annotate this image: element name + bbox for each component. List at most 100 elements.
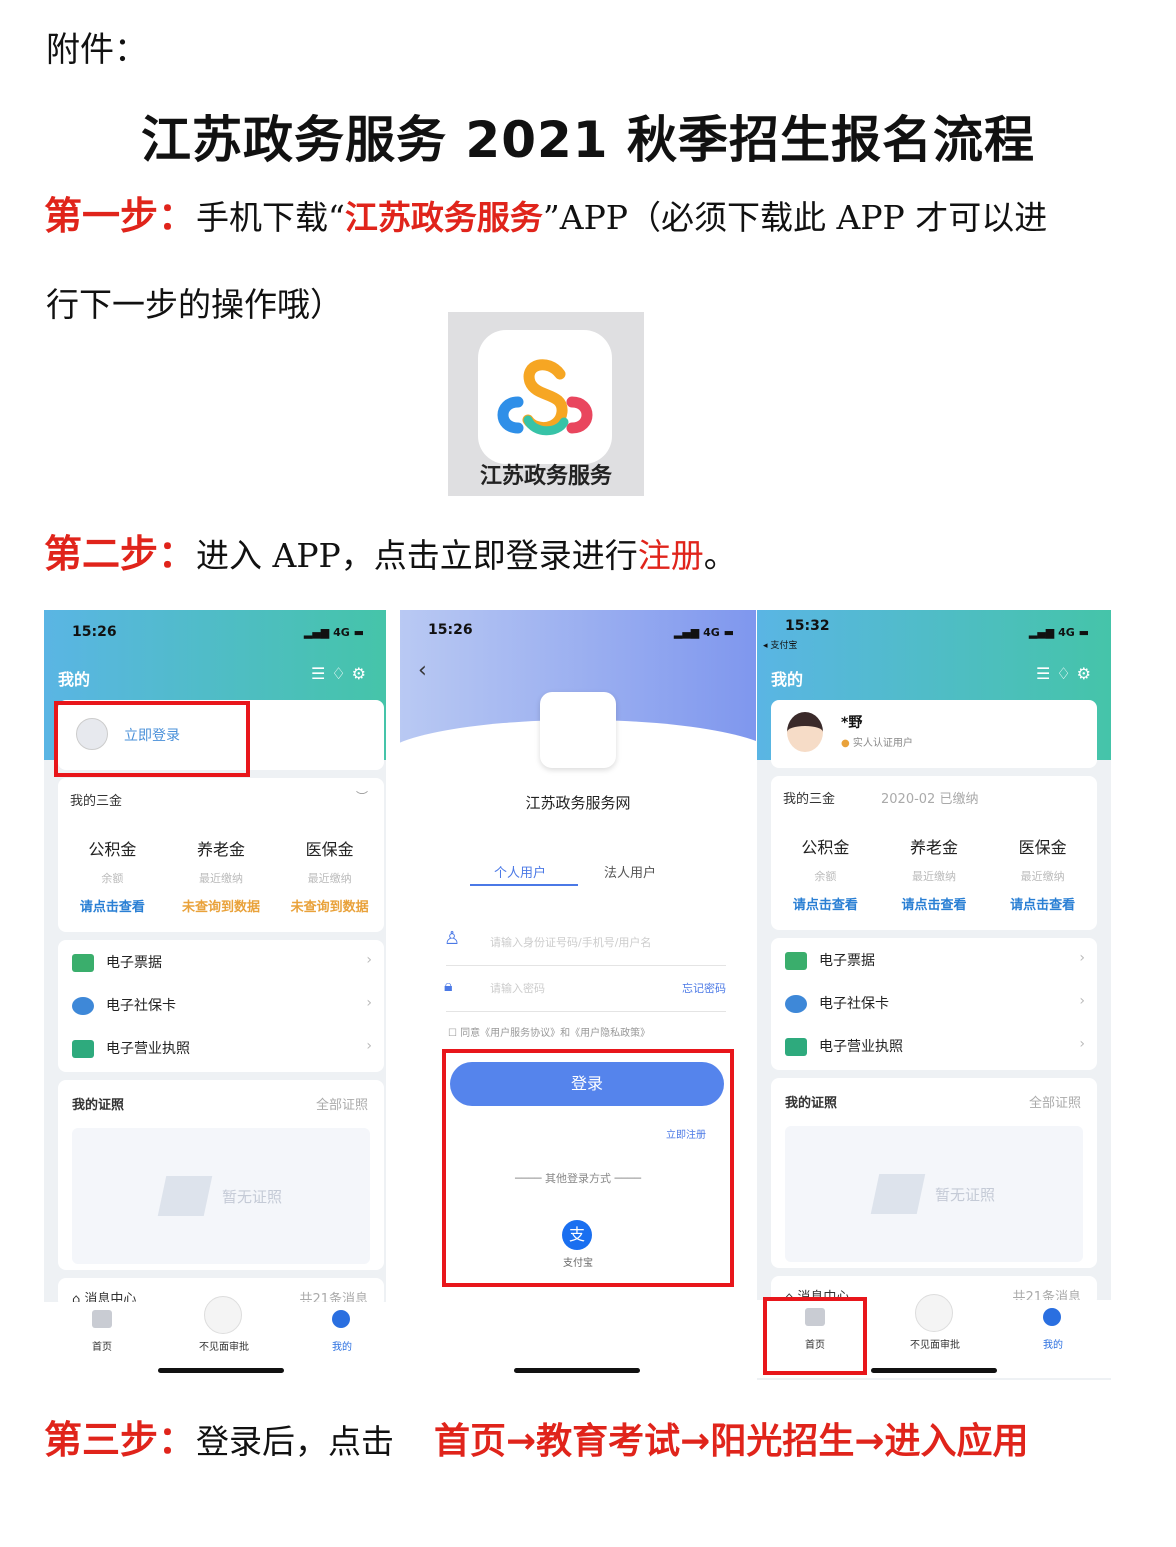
verified-badge: ● 实人认证用户 — [841, 738, 913, 749]
site-name: 江苏政务服务网 — [525, 794, 631, 812]
highlight-box-home — [763, 1297, 867, 1375]
empty-box-icon — [157, 1176, 213, 1216]
services-card: 电子票据 › 电子社保卡 › 电子营业执照 › — [771, 938, 1097, 1070]
approval-logo-icon[interactable] — [915, 1294, 953, 1332]
home-indicator — [514, 1368, 640, 1373]
chevron-right-icon: › — [1079, 1036, 1085, 1052]
certs-empty-text: 暂无证照 — [222, 1188, 283, 1206]
lock-icon: 🔒︎ — [444, 976, 453, 995]
status-signal: ▂▄▆ 4G ▬ — [673, 626, 734, 639]
tab-mine[interactable]: 我的 — [1037, 1336, 1069, 1351]
certs-card: 我的证照 全部证照 暂无证照 — [771, 1078, 1097, 1268]
checkbox-icon: ☐ — [448, 1028, 461, 1039]
agreement-checkbox[interactable]: ☐ 同意《用户服务协议》和《用户隐私政策》 — [448, 1024, 650, 1039]
phone-screenshot-3: 15:32 ◂ 支付宝 ▂▄▆ 4G ▬ 我的 ☰♢⚙ *野 ● 实人认证用户 … — [757, 610, 1111, 1380]
step-3: 第三步：登录后，点击 首页→教育考试→阳光招生→进入应用 — [44, 1418, 1029, 1464]
page-title: 我的 — [771, 670, 804, 689]
eye-icon[interactable]: ︶ — [356, 788, 368, 805]
fund-item[interactable]: 医保金 最近缴纳 请点击查看 — [988, 834, 1097, 913]
status-time: 15:26 — [72, 624, 117, 640]
service-row[interactable]: 电子票据 › — [785, 950, 1085, 992]
header-icons[interactable]: ☰♢⚙ — [311, 664, 372, 683]
chevron-right-icon: › — [366, 995, 372, 1011]
home-indicator — [871, 1368, 997, 1373]
certs-all-link[interactable]: 全部证照 — [316, 1094, 368, 1113]
app-icon: 江苏政务服务 — [448, 312, 644, 496]
empty-box-icon — [870, 1174, 926, 1214]
app-icon-caption: 江苏政务服务 — [479, 464, 612, 489]
step-1-label: 第一步： — [44, 194, 197, 238]
status-time: 15:26 — [428, 622, 473, 638]
tab-personal[interactable]: 个人用户 — [494, 862, 546, 881]
certs-card: 我的证照 全部证照 暂无证照 — [58, 1080, 384, 1270]
chevron-right-icon: › — [366, 1038, 372, 1054]
step-1-text-a: 手机下载“ — [196, 198, 345, 237]
service-row[interactable]: 电子营业执照 › — [785, 1036, 1085, 1078]
fund-item[interactable]: 养老金 最近缴纳 未查询到数据 — [167, 836, 276, 915]
certs-all-link[interactable]: 全部证照 — [1029, 1092, 1081, 1111]
verified-icon: ● — [841, 738, 853, 749]
attachment-label: 附件： — [46, 30, 148, 70]
avatar — [787, 712, 823, 752]
step-2-highlight: 注册 — [637, 536, 704, 575]
certs-empty-area: 暂无证照 — [785, 1126, 1083, 1262]
forgot-password-link[interactable]: 忘记密码 — [682, 980, 726, 996]
step-3-path: 首页→教育考试→阳光招生→进入应用 — [434, 1421, 1029, 1462]
status-signal: ▂▄▆ 4G ▬ — [1028, 626, 1089, 639]
document-title: 江苏政务服务 2021 秋季招生报名流程 — [141, 111, 1035, 169]
service-row[interactable]: 电子营业执照 › — [72, 1038, 372, 1080]
funds-card: 我的三金 2020-02 已缴纳 公积金 余额 请点击查看 养老金 最近缴纳 请点击查看… — [771, 776, 1097, 930]
highlight-box-register — [442, 1049, 734, 1287]
id-input[interactable]: ♙ 请输入身份证号码/手机号/用户名 — [444, 920, 726, 966]
service-row[interactable]: 电子社保卡 › — [785, 993, 1085, 1035]
tab-approval[interactable]: 不见面审批 — [184, 1338, 264, 1353]
license-icon — [72, 1040, 94, 1058]
highlight-box-login — [54, 701, 250, 777]
funds-status: 2020-02 已缴纳 — [881, 792, 979, 807]
fund-item[interactable]: 公积金 余额 请点击查看 — [771, 834, 880, 913]
tab-legal[interactable]: 法人用户 — [604, 862, 656, 881]
social-card-icon — [785, 995, 807, 1013]
step-1: 第一步：手机下载“江苏政务服务”APP（必须下载此 APP 才可以进 — [44, 194, 1047, 240]
step-1-app-name: 江苏政务服务 — [344, 198, 543, 237]
step-2-label: 第二步： — [44, 532, 197, 576]
license-icon — [785, 1038, 807, 1056]
back-icon[interactable]: ‹ — [418, 658, 427, 683]
approval-logo-icon[interactable] — [204, 1296, 242, 1334]
services-card: 电子票据 › 电子社保卡 › 电子营业执照 › — [58, 940, 384, 1072]
funds-row: 公积金 余额 请点击查看 养老金 最近缴纳 请点击查看 医保金 最近缴纳 请点击查看 — [771, 834, 1097, 913]
funds-title: 我的三金 — [70, 794, 123, 809]
service-row[interactable]: 电子社保卡 › — [72, 995, 372, 1037]
tab-home[interactable]: 首页 — [86, 1338, 118, 1353]
step-1-text-c: 行下一步的操作哦） — [46, 285, 343, 324]
profile-icon[interactable] — [1043, 1308, 1061, 1326]
user-card[interactable]: *野 ● 实人认证用户 — [771, 700, 1097, 768]
certs-empty-area: 暂无证照 — [72, 1128, 370, 1264]
fund-item[interactable]: 医保金 最近缴纳 未查询到数据 — [275, 836, 384, 915]
back-to-app-link[interactable]: ◂ 支付宝 — [763, 638, 797, 651]
tab-mine[interactable]: 我的 — [326, 1338, 358, 1353]
fund-item[interactable]: 公积金 余额 请点击查看 — [58, 836, 167, 915]
page-title: 我的 — [58, 670, 91, 689]
profile-icon[interactable] — [332, 1310, 350, 1328]
tab-approval[interactable]: 不见面审批 — [895, 1336, 975, 1351]
app-logo-icon — [478, 330, 612, 464]
header-icons[interactable]: ☰♢⚙ — [1036, 664, 1097, 683]
service-row[interactable]: 电子票据 › — [72, 952, 372, 994]
step-2-text-b: 。 — [703, 536, 737, 575]
status-time: 15:32 — [785, 618, 830, 634]
receipt-icon — [785, 952, 807, 970]
chevron-right-icon: › — [1079, 950, 1085, 966]
fund-item[interactable]: 养老金 最近缴纳 请点击查看 — [880, 834, 989, 913]
step-3-text-a: 登录后，点击 — [196, 1422, 395, 1461]
step-1-text-b: ”APP（必须下载此 APP 才可以进 — [542, 198, 1048, 237]
status-signal: ▂▄▆ 4G ▬ — [303, 626, 364, 639]
funds-row: 公积金 余额 请点击查看 养老金 最近缴纳 未查询到数据 医保金 最近缴纳 未查询到数据 — [58, 836, 384, 915]
certs-empty-text: 暂无证照 — [935, 1186, 996, 1204]
app-logo-icon — [540, 692, 616, 768]
password-input[interactable]: 🔒︎ 请输入密码 忘记密码 — [444, 966, 726, 1012]
chevron-right-icon: › — [1079, 993, 1085, 1009]
funds-card: 我的三金 ︶ 公积金 余额 请点击查看 养老金 最近缴纳 未查询到数据 医保金 最近缴纳未… — [58, 778, 384, 932]
home-icon[interactable] — [92, 1310, 112, 1328]
chevron-right-icon: › — [366, 952, 372, 968]
